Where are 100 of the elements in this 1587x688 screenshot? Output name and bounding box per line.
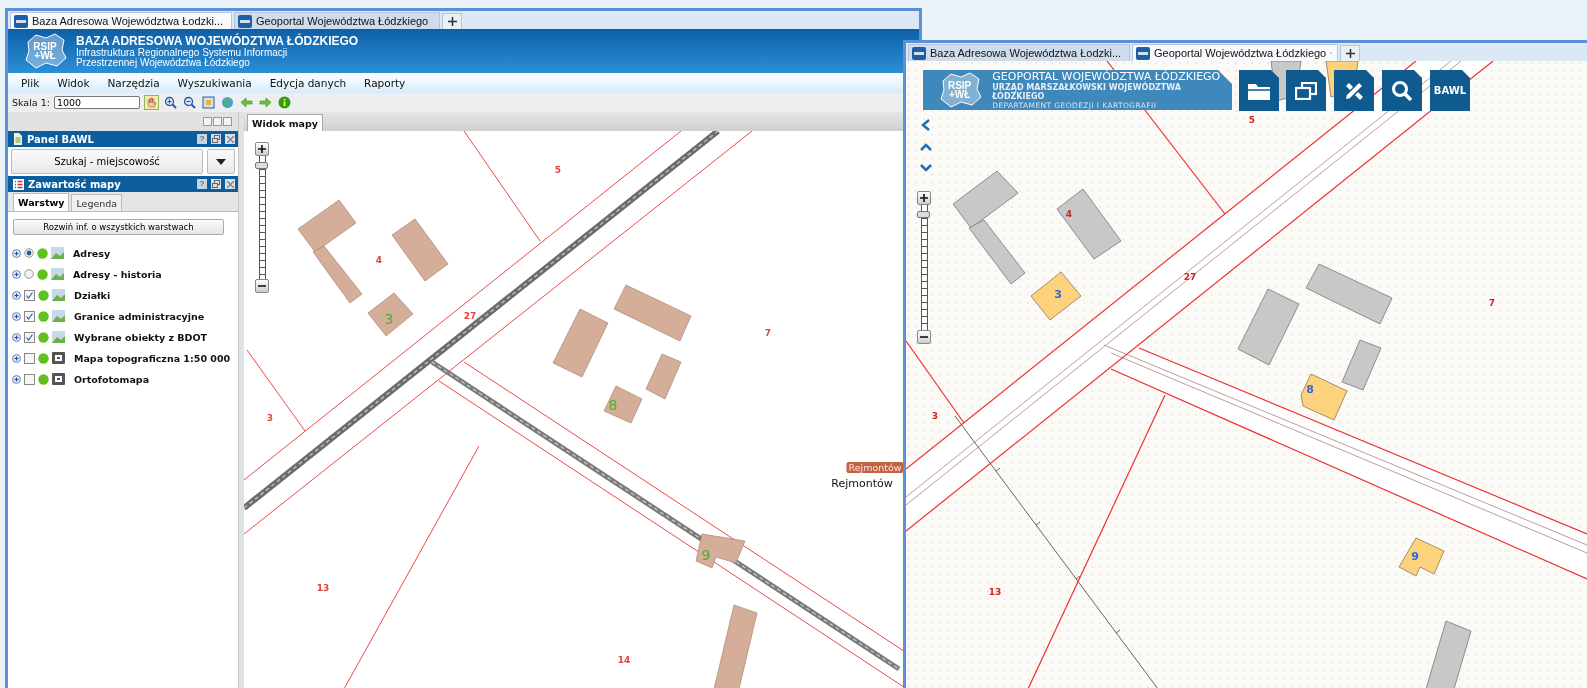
image-layer-icon (51, 268, 64, 280)
expand-icon[interactable] (12, 374, 21, 384)
parcel-number: 4 (375, 255, 383, 265)
building (391, 218, 449, 282)
zoom-out-icon (182, 96, 196, 109)
parcel-number: 14 (617, 655, 631, 665)
zoom-out-button[interactable] (917, 330, 931, 344)
checkbox[interactable] (24, 331, 35, 343)
windows-icon (1295, 81, 1317, 100)
menu-item[interactable]: Widok (48, 77, 99, 89)
globe-icon (220, 96, 234, 109)
toolbar-button[interactable] (181, 95, 197, 110)
search-dropdown[interactable]: Szukaj - miejscowość (11, 149, 203, 174)
move-button[interactable] (213, 117, 222, 126)
expand-icon[interactable] (12, 290, 21, 300)
place-name-badge: Rejmontów (846, 462, 904, 473)
pin-button[interactable] (203, 117, 212, 126)
slider-thumb[interactable] (254, 161, 268, 169)
zoom-slider[interactable] (258, 156, 266, 279)
back-icon (239, 96, 253, 109)
image-layer-icon (51, 247, 64, 259)
checkbox[interactable] (24, 373, 35, 385)
status-dot (38, 373, 49, 385)
windows-button[interactable] (1286, 70, 1326, 111)
expand-icon[interactable] (12, 248, 21, 258)
panel-title: Zawartość mapy (28, 178, 122, 190)
building (367, 292, 414, 337)
menu-item[interactable]: Plik (12, 77, 49, 89)
building (1030, 271, 1082, 321)
app-subtitle: Infrastruktura Regionalnego Systemu Informacji (76, 47, 289, 58)
measure-button[interactable] (1334, 70, 1374, 111)
service-layer-icon (52, 373, 65, 385)
status-dot (38, 310, 49, 322)
zoom-slider[interactable] (920, 205, 928, 330)
layer-name: Wybrane obiekty z BDOT (74, 331, 207, 343)
collapse-button[interactable] (223, 117, 232, 126)
parcel-number: 3 (931, 411, 939, 421)
restore-button[interactable] (211, 179, 221, 189)
minus-icon (920, 333, 928, 341)
new-tab-button[interactable] (1340, 45, 1360, 61)
radio-button[interactable] (24, 269, 34, 279)
close-button[interactable] (225, 134, 235, 144)
search-icon (1391, 79, 1413, 102)
menu-item[interactable]: Raporty (355, 77, 415, 89)
toolbar-button[interactable] (143, 95, 159, 110)
menu-item[interactable]: Edycja danych (260, 77, 356, 89)
down-chevron-icon[interactable] (920, 163, 932, 173)
parcel-number: 13 (988, 587, 1002, 597)
building (1398, 537, 1445, 577)
panel-tab[interactable]: Legenda (71, 194, 123, 211)
banner-text: URZĄD MARSZAŁKOWSKI WOJEWÓDZTWA ŁÓDZKIEGO (992, 82, 1182, 101)
dropdown-button[interactable] (207, 149, 235, 174)
zoom-in-button[interactable] (255, 142, 269, 156)
bawl-button[interactable]: BAWL (1430, 70, 1470, 111)
expand-icon[interactable] (12, 353, 21, 363)
help-button[interactable]: ? (197, 179, 207, 189)
slider-thumb[interactable] (916, 210, 930, 218)
search-button[interactable] (1382, 70, 1422, 111)
restore-button[interactable] (211, 134, 221, 144)
expand-icon[interactable] (12, 311, 21, 321)
new-tab-button[interactable] (442, 13, 462, 29)
radio-button[interactable] (24, 248, 34, 258)
menu-item[interactable]: Narzędzia (98, 77, 169, 89)
browser-tab[interactable]: Baza Adresowa Województwa Łodzki... (908, 44, 1130, 61)
checkbox[interactable] (24, 289, 35, 301)
toolbar-button[interactable] (276, 95, 292, 110)
browser-tab[interactable]: Baza Adresowa Województwa Łodzki... (10, 12, 232, 29)
scale-label: Skala 1: (12, 97, 50, 108)
panel-tab[interactable]: Warstwy (13, 193, 70, 211)
browser-tab[interactable]: Geoportal Województwa Łódzkiego (234, 12, 440, 29)
expand-icon[interactable] (12, 332, 21, 342)
layer-name: Granice administracyjne (74, 310, 205, 322)
folder-button[interactable] (1239, 70, 1279, 111)
expand-all-button[interactable]: Rozwiń inf. o wszystkich warstwach (13, 219, 224, 235)
toolbar-button[interactable] (162, 95, 178, 110)
forward-icon (258, 96, 272, 109)
checkbox[interactable] (24, 352, 35, 364)
zoom-in-button[interactable] (917, 191, 931, 205)
logo: RSIP +WŁ (22, 32, 68, 70)
close-button[interactable] (225, 179, 235, 189)
parcel-number: 13 (316, 583, 330, 593)
menu-item[interactable]: Wyszukiwania (168, 77, 261, 89)
address-number: 8 (1306, 383, 1314, 396)
zoom-out-button[interactable] (255, 279, 269, 293)
building (952, 170, 1019, 229)
app-subtitle: Przestrzennej Województwa Łódzkiego (76, 57, 250, 68)
plus-icon (1345, 49, 1355, 58)
scale-field[interactable]: 1000 (53, 96, 140, 109)
help-button[interactable]: ? (197, 134, 207, 144)
document-icon (13, 133, 23, 145)
image-layer-icon (52, 331, 65, 343)
close-icon (226, 180, 234, 188)
left-chevron-icon[interactable] (920, 119, 932, 131)
map-tab[interactable]: Widok mapy (247, 114, 323, 131)
checkbox[interactable] (24, 310, 35, 322)
up-chevron-icon[interactable] (920, 142, 932, 152)
expand-icon[interactable] (12, 269, 21, 279)
address-number: 3 (384, 311, 394, 327)
address-number: 9 (1411, 550, 1419, 563)
browser-tab[interactable]: Geoportal Województwa Łódzkiego (1132, 44, 1338, 61)
